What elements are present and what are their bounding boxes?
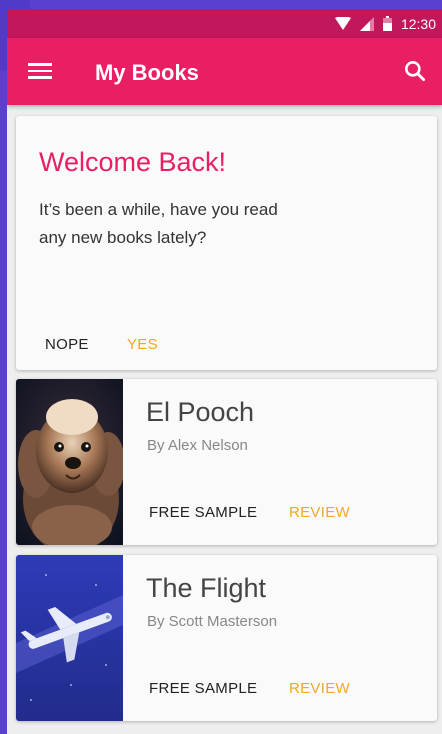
- wifi-icon: [334, 17, 351, 30]
- book-title: El Pooch: [146, 397, 255, 427]
- book-card-el-pooch[interactable]: El Pooch By Alex Nelson FREE SAMPLE REVI…: [16, 379, 437, 545]
- yes-button[interactable]: YES: [127, 336, 158, 353]
- airplane-cover-image: [16, 555, 123, 721]
- battery-icon: [382, 16, 392, 31]
- book-title: The Flight: [146, 573, 267, 603]
- phone-screen: 12:30 My Books Welcome Back! It’s been a…: [7, 9, 442, 734]
- welcome-title: Welcome Back!: [39, 147, 227, 177]
- search-icon[interactable]: [402, 58, 428, 84]
- review-button[interactable]: REVIEW: [289, 504, 350, 521]
- menu-icon[interactable]: [28, 60, 52, 82]
- status-time: 12:30: [400, 15, 436, 32]
- signal-icon: [359, 16, 374, 31]
- free-sample-button[interactable]: FREE SAMPLE: [149, 504, 257, 521]
- free-sample-button[interactable]: FREE SAMPLE: [149, 680, 257, 697]
- book-card-the-flight[interactable]: The Flight By Scott Masterson FREE SAMPL…: [16, 555, 437, 721]
- dog-cover-image: [16, 379, 123, 545]
- nope-button[interactable]: NOPE: [45, 336, 89, 353]
- book-author: By Scott Masterson: [147, 613, 278, 630]
- status-bar: 12:30: [7, 9, 442, 38]
- welcome-message: It’s been a while, have you read any new…: [39, 200, 278, 247]
- book-author: By Alex Nelson: [147, 437, 248, 454]
- app-title: My Books: [95, 60, 199, 85]
- review-button[interactable]: REVIEW: [289, 680, 350, 697]
- app-bar: My Books: [7, 38, 442, 105]
- welcome-card: Welcome Back! It’s been a while, have yo…: [16, 116, 437, 370]
